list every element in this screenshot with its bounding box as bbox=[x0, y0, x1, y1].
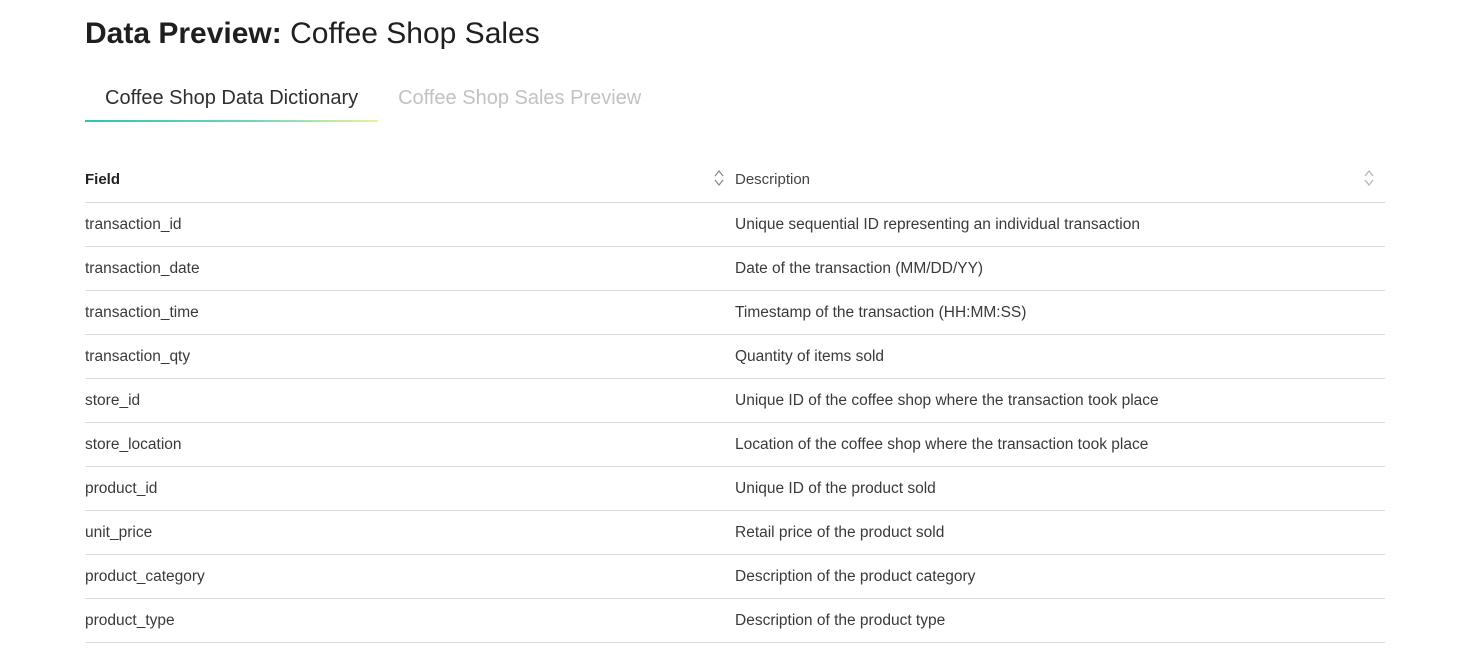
cell-description: Date of the transaction (MM/DD/YY) bbox=[735, 259, 984, 277]
sort-icon[interactable] bbox=[1363, 168, 1375, 188]
cell-field: product_id bbox=[85, 479, 158, 497]
sort-icon[interactable] bbox=[713, 168, 725, 188]
cell-field: unit_price bbox=[85, 523, 153, 541]
cell-description: Timestamp of the transaction (HH:MM:SS) bbox=[735, 303, 1027, 321]
column-header-description[interactable]: Description bbox=[735, 156, 1385, 202]
cell-field: product_category bbox=[85, 567, 205, 585]
cell-description: Description of the product type bbox=[735, 611, 946, 629]
table-row: transaction_date Date of the transaction… bbox=[85, 247, 1385, 291]
cell-field: transaction_qty bbox=[85, 347, 191, 365]
table-row: transaction_qty Quantity of items sold bbox=[85, 335, 1385, 379]
page-title-suffix: Coffee Shop Sales bbox=[281, 17, 540, 50]
tab-sales-preview[interactable]: Coffee Shop Sales Preview bbox=[378, 78, 661, 122]
column-header-field[interactable]: Field bbox=[85, 156, 735, 202]
cell-description: Description of the product category bbox=[735, 567, 976, 585]
page-title: Data Preview: Coffee Shop Sales bbox=[85, 14, 540, 54]
table-header-row: Field Description bbox=[85, 156, 1385, 203]
cell-field: transaction_id bbox=[85, 215, 182, 233]
column-header-description-label: Description bbox=[735, 170, 811, 188]
cell-description: Unique ID of the product sold bbox=[735, 479, 936, 497]
table-row: unit_price Retail price of the product s… bbox=[85, 511, 1385, 555]
page-title-prefix: Data Preview: bbox=[85, 17, 282, 50]
cell-description: Unique ID of the coffee shop where the t… bbox=[735, 391, 1159, 409]
table-row: store_id Unique ID of the coffee shop wh… bbox=[85, 379, 1385, 423]
cell-description: Retail price of the product sold bbox=[735, 523, 945, 541]
table-row: store_location Location of the coffee sh… bbox=[85, 423, 1385, 467]
table-row: transaction_id Unique sequential ID repr… bbox=[85, 203, 1385, 247]
data-dictionary-table: Field Description transaction_id Unique … bbox=[85, 156, 1385, 643]
table-row: transaction_time Timestamp of the transa… bbox=[85, 291, 1385, 335]
column-header-field-label: Field bbox=[85, 170, 121, 188]
table-row: product_category Description of the prod… bbox=[85, 555, 1385, 599]
tab-data-dictionary[interactable]: Coffee Shop Data Dictionary bbox=[85, 78, 379, 122]
cell-field: store_id bbox=[85, 391, 141, 409]
cell-description: Quantity of items sold bbox=[735, 347, 885, 365]
cell-field: store_location bbox=[85, 435, 182, 453]
table-row: product_type Description of the product … bbox=[85, 599, 1385, 643]
cell-field: product_type bbox=[85, 611, 175, 629]
table-row: product_id Unique ID of the product sold bbox=[85, 467, 1385, 511]
tab-bar: Coffee Shop Data Dictionary Coffee Shop … bbox=[85, 78, 661, 124]
cell-field: transaction_time bbox=[85, 303, 199, 321]
cell-field: transaction_date bbox=[85, 259, 200, 277]
cell-description: Unique sequential ID representing an ind… bbox=[735, 215, 1140, 233]
cell-description: Location of the coffee shop where the tr… bbox=[735, 435, 1149, 453]
